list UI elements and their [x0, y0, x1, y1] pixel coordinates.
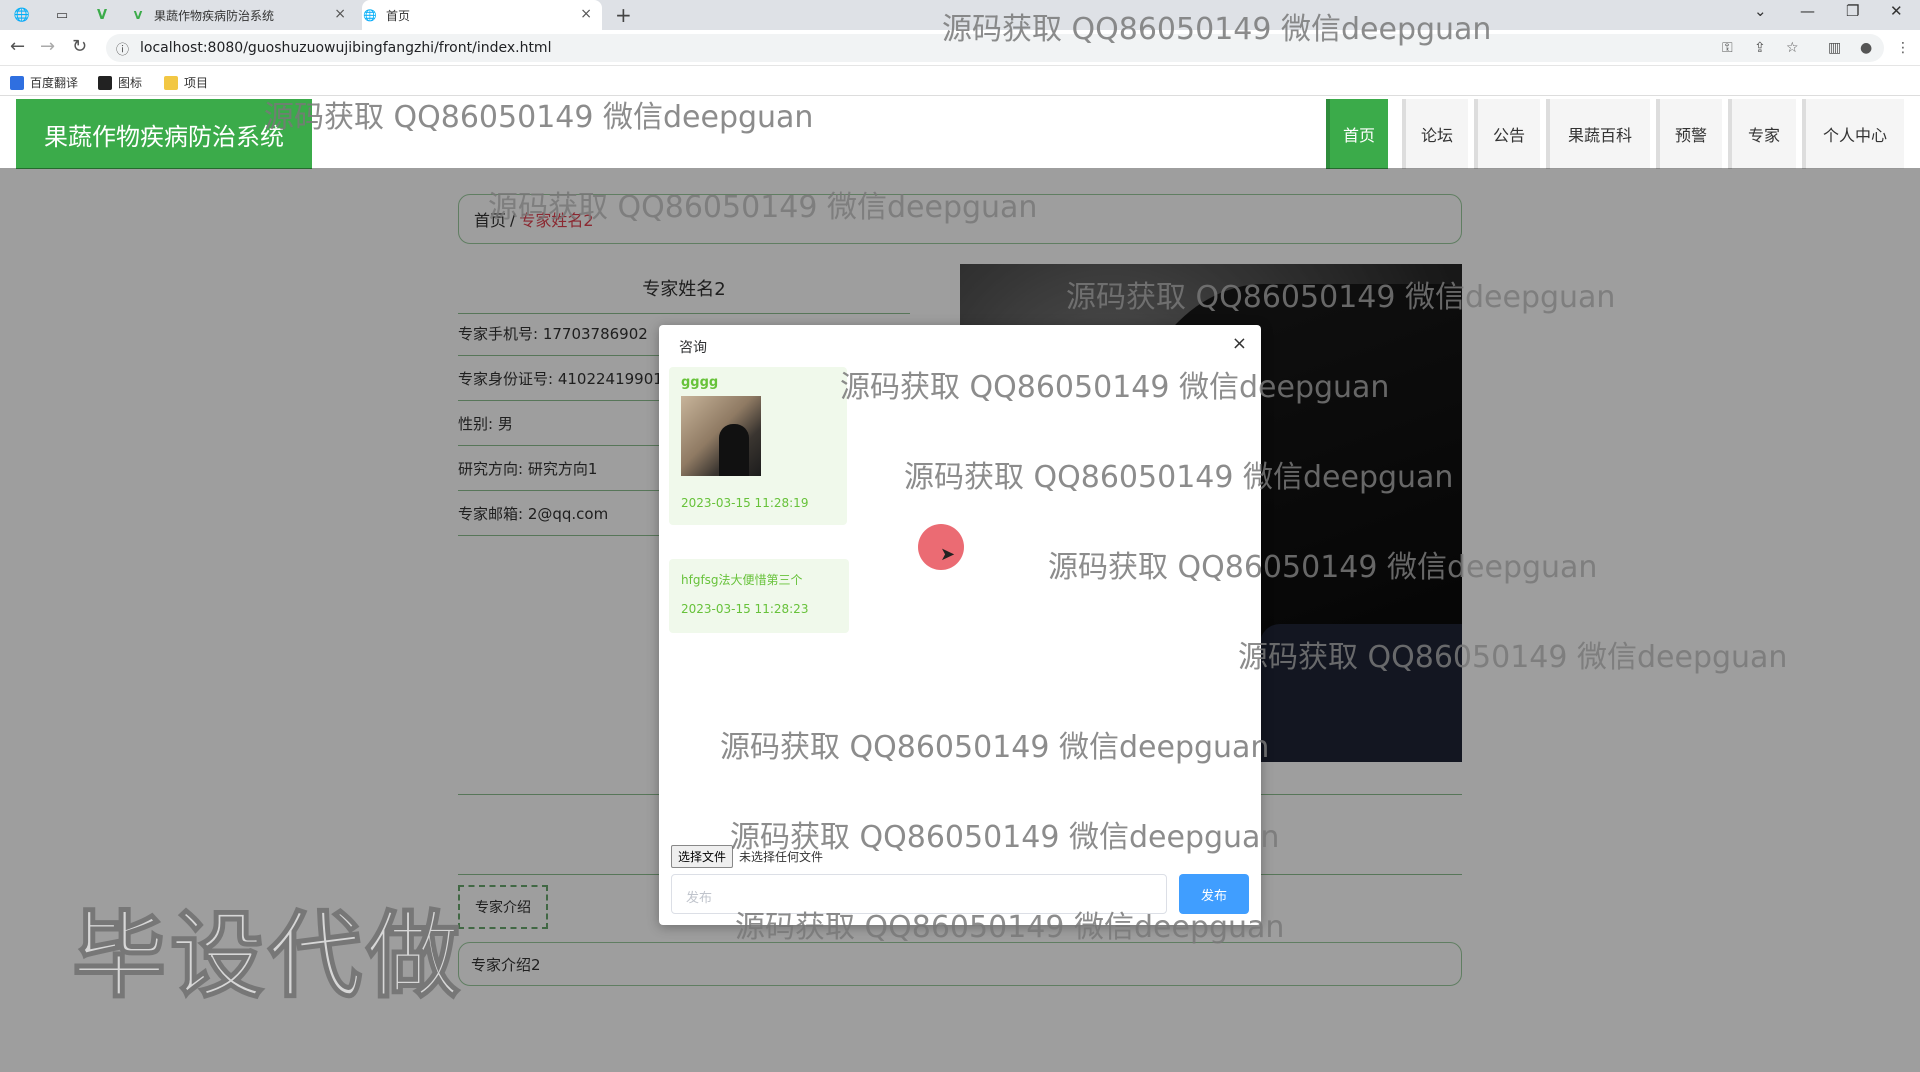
image-icon	[98, 75, 112, 90]
watermark: 源码获取 QQ86050149 微信deepguan	[730, 820, 1280, 855]
nav-notice[interactable]: 公告	[1474, 99, 1540, 169]
watermark: 源码获取 QQ86050149 微信deepguan	[264, 100, 814, 135]
choose-file-button[interactable]: 选择文件	[671, 845, 734, 868]
translate-icon	[10, 75, 24, 90]
watermark: 源码获取 QQ86050149 微信deepguan	[1066, 280, 1616, 315]
tab-title: 果蔬作物疾病防治系统	[154, 8, 275, 23]
tab-app[interactable]: V 果蔬作物疾病防治系统 ×	[130, 0, 356, 30]
tab-search-icon[interactable]: ⌄	[1754, 2, 1767, 20]
side-panel-icon[interactable]: ▥	[1828, 40, 1841, 56]
bookmark-icons[interactable]: 图标	[98, 74, 142, 91]
info-icon[interactable]: ⓘ	[116, 39, 129, 58]
watermark: 源码获取 QQ86050149 微信deepguan	[720, 730, 1270, 765]
message-time: 2023-03-15 11:28:23	[681, 602, 809, 616]
reload-icon[interactable]: ↻	[72, 36, 87, 57]
globe-icon[interactable]: 🌐	[12, 5, 32, 25]
nav-warning[interactable]: 预警	[1656, 99, 1722, 169]
watermark: 源码获取 QQ86050149 微信deepguan	[840, 370, 1390, 405]
message-image[interactable]	[681, 396, 761, 476]
star-icon[interactable]: ☆	[1786, 40, 1799, 56]
url-text: localhost:8080/guoshuzuowujibingfangzhi/…	[140, 40, 552, 56]
key-icon[interactable]: ⚿	[1722, 40, 1733, 56]
message-time: 2023-03-15 11:28:19	[681, 496, 809, 510]
close-tab-icon[interactable]: ×	[334, 6, 346, 22]
close-window-icon[interactable]: ✕	[1890, 2, 1903, 20]
message-user: gggg	[681, 375, 719, 390]
vue-icon[interactable]: V	[92, 5, 112, 25]
watermark: 源码获取 QQ86050149 微信deepguan	[1048, 550, 1598, 585]
dialog-title: 咨询	[679, 340, 707, 356]
tab-home[interactable]: 🌐 首页 ×	[362, 0, 602, 30]
new-tab-icon[interactable]: +	[615, 3, 632, 27]
message-text: hfgfsg法大便惜第三个	[681, 573, 803, 587]
restore-icon[interactable]: ❐	[1846, 2, 1859, 20]
watermark-big: 毕设代做	[71, 901, 465, 1012]
blank-tab-icon[interactable]: ▭	[52, 5, 72, 25]
forward-icon[interactable]: →	[40, 36, 55, 57]
bookmark-project[interactable]: 项目	[164, 74, 208, 91]
minimize-icon[interactable]: —	[1800, 2, 1815, 20]
watermark: 源码获取 QQ86050149 微信deepguan	[1238, 640, 1788, 675]
tab-title: 首页	[386, 8, 411, 23]
profile-icon[interactable]: ●	[1860, 40, 1872, 56]
nav-home[interactable]: 首页	[1326, 99, 1388, 169]
watermark: 源码获取 QQ86050149 微信deepguan	[942, 12, 1492, 47]
nav-expert[interactable]: 专家	[1728, 99, 1796, 169]
back-icon[interactable]: ←	[10, 36, 25, 57]
watermark: 源码获取 QQ86050149 微信deepguan	[904, 460, 1454, 495]
chat-message: gggg 2023-03-15 11:28:19	[669, 367, 847, 525]
nav-forum[interactable]: 论坛	[1402, 99, 1468, 169]
nav-encyclopedia[interactable]: 果蔬百科	[1546, 99, 1650, 169]
close-icon[interactable]: ×	[1232, 333, 1247, 354]
menu-icon[interactable]: ⋮	[1896, 40, 1910, 56]
watermark: 源码获取 QQ86050149 微信deepguan	[488, 190, 1038, 225]
globe-icon: 🌐	[363, 8, 377, 22]
share-icon[interactable]: ⇪	[1754, 40, 1766, 56]
bookmark-translate[interactable]: 百度翻译	[10, 74, 78, 91]
watermark: 源码获取 QQ86050149 微信deepguan	[735, 910, 1285, 945]
chat-message: hfgfsg法大便惜第三个 2023-03-15 11:28:23	[669, 559, 849, 633]
nav-profile[interactable]: 个人中心	[1802, 99, 1904, 169]
cursor-icon: ➤	[940, 544, 956, 565]
vue-icon: V	[133, 8, 143, 22]
folder-icon	[164, 75, 178, 90]
close-tab-icon[interactable]: ×	[580, 6, 592, 22]
